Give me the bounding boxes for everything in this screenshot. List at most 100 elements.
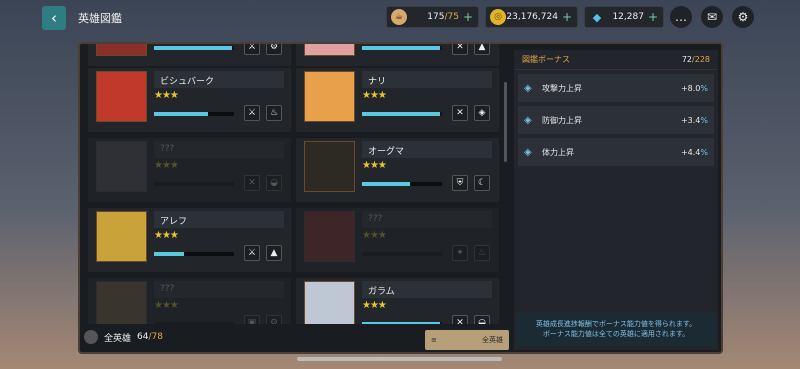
bonus-pct: % bbox=[700, 147, 708, 157]
hero-progress-bar bbox=[154, 252, 234, 256]
filter-label: 全英雄 bbox=[482, 336, 503, 344]
water-icon: ◒ bbox=[266, 175, 282, 191]
hero-progress-bar bbox=[362, 46, 442, 50]
bonus-value: +4.4 bbox=[680, 147, 701, 157]
settings-button[interactable]: ⚙ bbox=[732, 6, 754, 28]
hero-portrait bbox=[96, 71, 147, 122]
stamina-resource[interactable]: ☕ 175/75 + bbox=[386, 6, 479, 28]
gear-icon: ⚙ bbox=[737, 10, 749, 24]
chat-button[interactable]: … bbox=[670, 6, 692, 28]
hero-stars: ★★★ bbox=[154, 230, 179, 241]
hero-card[interactable]: ★★★ ✕ ▲ bbox=[296, 44, 499, 66]
crossed-icon: ✕ bbox=[244, 175, 260, 191]
mail-button[interactable]: ✉ bbox=[701, 6, 723, 28]
hero-card[interactable]: ★★★ ⚔ ⚙ bbox=[88, 44, 291, 66]
moon-icon: ☾ bbox=[474, 175, 490, 191]
hero-count-label: 全英雄 bbox=[104, 333, 132, 344]
fan-icon: ✦ bbox=[452, 245, 468, 261]
mail-icon: ✉ bbox=[706, 10, 718, 24]
plus-icon[interactable]: + bbox=[562, 10, 572, 24]
hero-name: ビシュバーク bbox=[154, 71, 284, 88]
filter-button[interactable]: ≡ 全英雄 bbox=[425, 330, 509, 350]
hero-progress-bar bbox=[154, 46, 234, 50]
plus-icon[interactable]: + bbox=[463, 10, 473, 24]
hero-portrait bbox=[96, 141, 147, 192]
gold-coin-icon: ◎ bbox=[490, 9, 506, 25]
crossed-icon: ✕ bbox=[452, 44, 468, 55]
hero-card[interactable]: ガラム ★★★ ✕ ◒ bbox=[296, 278, 499, 324]
diamond-icon: ◈ bbox=[524, 83, 532, 94]
hero-progress-fill bbox=[362, 46, 441, 50]
hero-stars: ★★★ bbox=[362, 160, 387, 171]
bonus-label: 防御力上昇 bbox=[542, 115, 582, 125]
water-icon: ◒ bbox=[474, 315, 490, 324]
hero-progress-bar bbox=[362, 322, 442, 324]
hero-progress-bar bbox=[362, 252, 442, 256]
hero-stars: ★★★ bbox=[362, 90, 387, 101]
bonus-value: +8.0 bbox=[680, 83, 701, 93]
plus-icon[interactable]: + bbox=[648, 10, 658, 24]
home-indicator bbox=[297, 357, 502, 361]
gold-resource[interactable]: ◎ 23,176,724 + bbox=[485, 6, 578, 28]
gear-icon: ⚙ bbox=[266, 44, 282, 55]
fire-icon: ♨ bbox=[474, 245, 490, 261]
hero-name: ??? bbox=[154, 281, 284, 298]
bonus-panel: 図鑑ボーナス 72/228 ◈ 攻撃力上昇 +8.0% ◈ 防御力上昇 +3.4… bbox=[514, 50, 718, 350]
hero-stars: ★★★ bbox=[362, 300, 387, 311]
hero-grid[interactable]: ★★★ ⚔ ⚙ ★★★ ✕ ▲ ビシュバーク ★★★ ⚔ ♨ ナリ ★★★ ✕ … bbox=[84, 44, 508, 324]
menu-icon: ≡ bbox=[431, 336, 437, 344]
hero-progress-bar bbox=[362, 112, 442, 116]
hero-name: ??? bbox=[362, 211, 492, 228]
bonus-note-line: 英雄成長進捗報酬でボーナス能力値を得られます。 bbox=[535, 320, 697, 328]
hero-progress-fill bbox=[362, 112, 441, 116]
page-title: 英雄図鑑 bbox=[78, 12, 122, 25]
hero-stars: ★★★ bbox=[154, 160, 179, 171]
bonus-total: /228 bbox=[692, 55, 710, 64]
back-arrow-icon: ‹ bbox=[51, 9, 57, 27]
mountain-icon: ▲ bbox=[266, 245, 282, 261]
hero-count-total: /78 bbox=[148, 332, 163, 342]
hero-portrait bbox=[304, 211, 355, 262]
hero-card[interactable]: ??? ★★★ ▣ ⚙ bbox=[88, 278, 291, 324]
hero-portrait bbox=[304, 141, 355, 192]
scrollbar[interactable] bbox=[504, 82, 507, 162]
diamond-icon: ◈ bbox=[524, 115, 532, 126]
hero-name: ナリ bbox=[362, 71, 492, 88]
hero-count-footer: 全英雄 64/78 bbox=[84, 330, 163, 344]
bonus-pct: % bbox=[700, 115, 708, 125]
hero-card[interactable]: ??? ★★★ ✕ ◒ bbox=[88, 138, 291, 202]
hero-card[interactable]: ビシュバーク ★★★ ⚔ ♨ bbox=[88, 68, 291, 132]
hero-stars: ★★★ bbox=[362, 230, 387, 241]
chat-icon: … bbox=[675, 10, 687, 24]
bonus-row-hp: ◈ 体力上昇 +4.4% bbox=[518, 138, 714, 166]
gold-value: 23,176,724 bbox=[506, 12, 558, 22]
bonus-label: 攻撃力上昇 bbox=[542, 83, 582, 93]
hero-progress-bar bbox=[362, 182, 442, 186]
sword-icon: ⚔ bbox=[244, 245, 260, 261]
diamond-icon: ◈ bbox=[524, 147, 532, 158]
bonus-label: 体力上昇 bbox=[542, 147, 574, 157]
hero-card[interactable]: ??? ★★★ ✦ ♨ bbox=[296, 208, 499, 272]
hero-card[interactable]: アレフ ★★★ ⚔ ▲ bbox=[88, 208, 291, 272]
fire-icon: ♨ bbox=[266, 105, 282, 121]
hero-portrait bbox=[304, 71, 355, 122]
back-button[interactable]: ‹ bbox=[42, 6, 66, 30]
hero-portrait bbox=[96, 211, 147, 262]
hero-card[interactable]: ナリ ★★★ ✕ ◈ bbox=[296, 68, 499, 132]
diamond-icon: ◈ bbox=[474, 105, 490, 121]
sword-icon: ⚔ bbox=[244, 44, 260, 55]
bonus-note-line: ボーナス能力値は全ての英雄に適用されます。 bbox=[542, 330, 690, 338]
hero-progress-fill bbox=[154, 112, 209, 116]
gem-icon: ◆ bbox=[592, 10, 602, 24]
bonus-current: 72 bbox=[681, 55, 693, 64]
hero-stars: ★★★ bbox=[154, 90, 179, 101]
hero-card[interactable]: オーグマ ★★★ ⛨ ☾ bbox=[296, 138, 499, 202]
hero-progress-bar bbox=[154, 182, 234, 186]
box-icon: ▣ bbox=[244, 315, 260, 324]
gem-resource[interactable]: ◆ 12,287 + bbox=[584, 6, 664, 28]
hero-icon bbox=[84, 330, 98, 344]
gear-icon: ⚙ bbox=[266, 315, 282, 324]
bonus-title: 図鑑ボーナス bbox=[522, 55, 570, 64]
hero-progress-bar bbox=[154, 322, 234, 324]
crossed-icon: ✕ bbox=[452, 315, 468, 324]
